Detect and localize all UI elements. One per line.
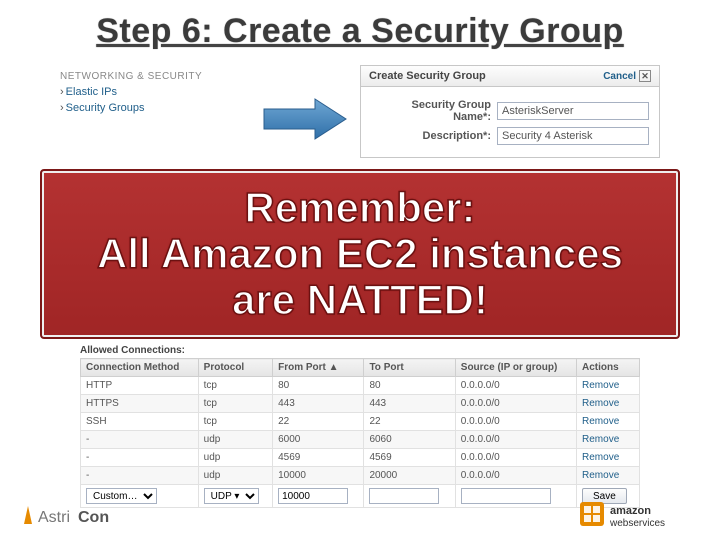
callout-text: Remember: All Amazon EC2 instances are N…	[97, 185, 623, 324]
cell-from: 10000	[273, 467, 364, 485]
field-row: Description*:	[371, 127, 649, 145]
cell-method: -	[81, 431, 199, 449]
cell-method: HTTP	[81, 377, 199, 395]
cell-from: 4569	[273, 449, 364, 467]
connections-table-wrap: Allowed Connections: Connection Method P…	[80, 345, 640, 508]
cell-protocol: tcp	[198, 395, 272, 413]
table-row: -udp10000200000.0.0.0/0 Remove	[81, 467, 640, 485]
cell-source: 0.0.0.0/0	[455, 449, 576, 467]
col-source[interactable]: Source (IP or group)	[455, 359, 576, 377]
aws-sidebar: NETWORKING & SECURITY ›Elastic IPs ›Secu…	[60, 71, 240, 118]
svg-text:Con: Con	[78, 509, 109, 526]
slide-title: Step 6: Create a Security Group	[0, 0, 720, 57]
col-from[interactable]: From Port ▲	[273, 359, 364, 377]
cell-source: 0.0.0.0/0	[455, 467, 576, 485]
callout-line1: Remember:	[97, 185, 623, 231]
remove-link[interactable]: Remove	[582, 434, 619, 445]
chevron-right-icon: ›	[60, 86, 64, 98]
astricon-logo: Astri Con	[20, 502, 130, 530]
cell-source: 0.0.0.0/0	[455, 413, 576, 431]
cell-protocol: udp	[198, 431, 272, 449]
callout-banner: Remember: All Amazon EC2 instances are N…	[40, 169, 680, 339]
col-method[interactable]: Connection Method	[81, 359, 199, 377]
cell-method: -	[81, 449, 199, 467]
cell-from: 443	[273, 395, 364, 413]
sidebar-item-elastic-ips[interactable]: ›Elastic IPs	[60, 86, 240, 98]
field-label-description: Description*:	[371, 130, 497, 142]
cell-protocol: udp	[198, 467, 272, 485]
arrow-right-icon	[260, 95, 350, 143]
field-row: Security Group Name*:	[371, 99, 649, 123]
table-row: -udp600060600.0.0.0/0 Remove	[81, 431, 640, 449]
cell-protocol: tcp	[198, 413, 272, 431]
cell-source: 0.0.0.0/0	[455, 377, 576, 395]
cell-protocol: tcp	[198, 377, 272, 395]
table-row: HTTPtcp80800.0.0.0/0Remove	[81, 377, 640, 395]
svg-text:webservices: webservices	[609, 518, 665, 529]
footer: Astri Con amazon webservices	[0, 498, 720, 534]
table-row: SSHtcp22220.0.0.0/0Remove	[81, 413, 640, 431]
cell-method: SSH	[81, 413, 199, 431]
create-security-group-dialog: Create Security Group Cancel ✕ Security …	[360, 65, 660, 158]
cell-from: 22	[273, 413, 364, 431]
table-row: -udp456945690.0.0.0/0Remove	[81, 449, 640, 467]
callout-line3: are NATTED!	[97, 277, 623, 323]
svg-text:Astri: Astri	[38, 509, 70, 526]
remove-link[interactable]: Remove	[582, 416, 619, 427]
cell-to: 80	[364, 377, 455, 395]
table-row: HTTPStcp4434430.0.0.0/0Remove	[81, 395, 640, 413]
col-to[interactable]: To Port	[364, 359, 455, 377]
dialog-header: Create Security Group Cancel ✕	[361, 66, 659, 87]
svg-text:amazon: amazon	[610, 505, 651, 517]
sidebar-item-security-groups[interactable]: ›Security Groups	[60, 102, 240, 114]
security-group-name-input[interactable]	[497, 102, 649, 120]
cell-method: HTTPS	[81, 395, 199, 413]
close-icon: ✕	[639, 70, 651, 82]
cell-from: 80	[273, 377, 364, 395]
cell-protocol: udp	[198, 449, 272, 467]
dialog-body: Security Group Name*: Description*:	[361, 87, 659, 157]
field-label-name: Security Group Name*:	[371, 99, 497, 123]
dialog-title: Create Security Group	[369, 70, 486, 82]
cell-to: 4569	[364, 449, 455, 467]
table-header-row: Connection Method Protocol From Port ▲ T…	[81, 359, 640, 377]
col-actions: Actions	[577, 359, 640, 377]
connections-table: Connection Method Protocol From Port ▲ T…	[80, 358, 640, 508]
remove-link[interactable]: Remove	[582, 452, 619, 463]
remove-link[interactable]: Remove	[582, 398, 619, 409]
security-group-description-input[interactable]	[497, 127, 649, 145]
sidebar-item-label: Elastic IPs	[66, 86, 117, 98]
cell-source: 0.0.0.0/0	[455, 395, 576, 413]
dialog-close[interactable]: Cancel ✕	[603, 70, 651, 82]
screenshot-region: NETWORKING & SECURITY ›Elastic IPs ›Secu…	[60, 65, 660, 165]
cell-source: 0.0.0.0/0	[455, 431, 576, 449]
table-caption: Allowed Connections:	[80, 345, 640, 356]
sidebar-item-label: Security Groups	[66, 102, 145, 114]
dialog-close-label: Cancel	[603, 71, 636, 82]
cell-to: 6060	[364, 431, 455, 449]
cell-method: -	[81, 467, 199, 485]
cell-from: 6000	[273, 431, 364, 449]
cell-to: 20000	[364, 467, 455, 485]
chevron-right-icon: ›	[60, 102, 64, 114]
callout-line2: All Amazon EC2 instances	[97, 231, 623, 277]
cell-to: 443	[364, 395, 455, 413]
remove-link[interactable]: Remove	[582, 380, 619, 391]
cell-to: 22	[364, 413, 455, 431]
aws-logo: amazon webservices	[580, 500, 700, 532]
col-protocol[interactable]: Protocol	[198, 359, 272, 377]
remove-link[interactable]: Remove	[582, 470, 619, 481]
sidebar-heading: NETWORKING & SECURITY	[60, 71, 240, 82]
